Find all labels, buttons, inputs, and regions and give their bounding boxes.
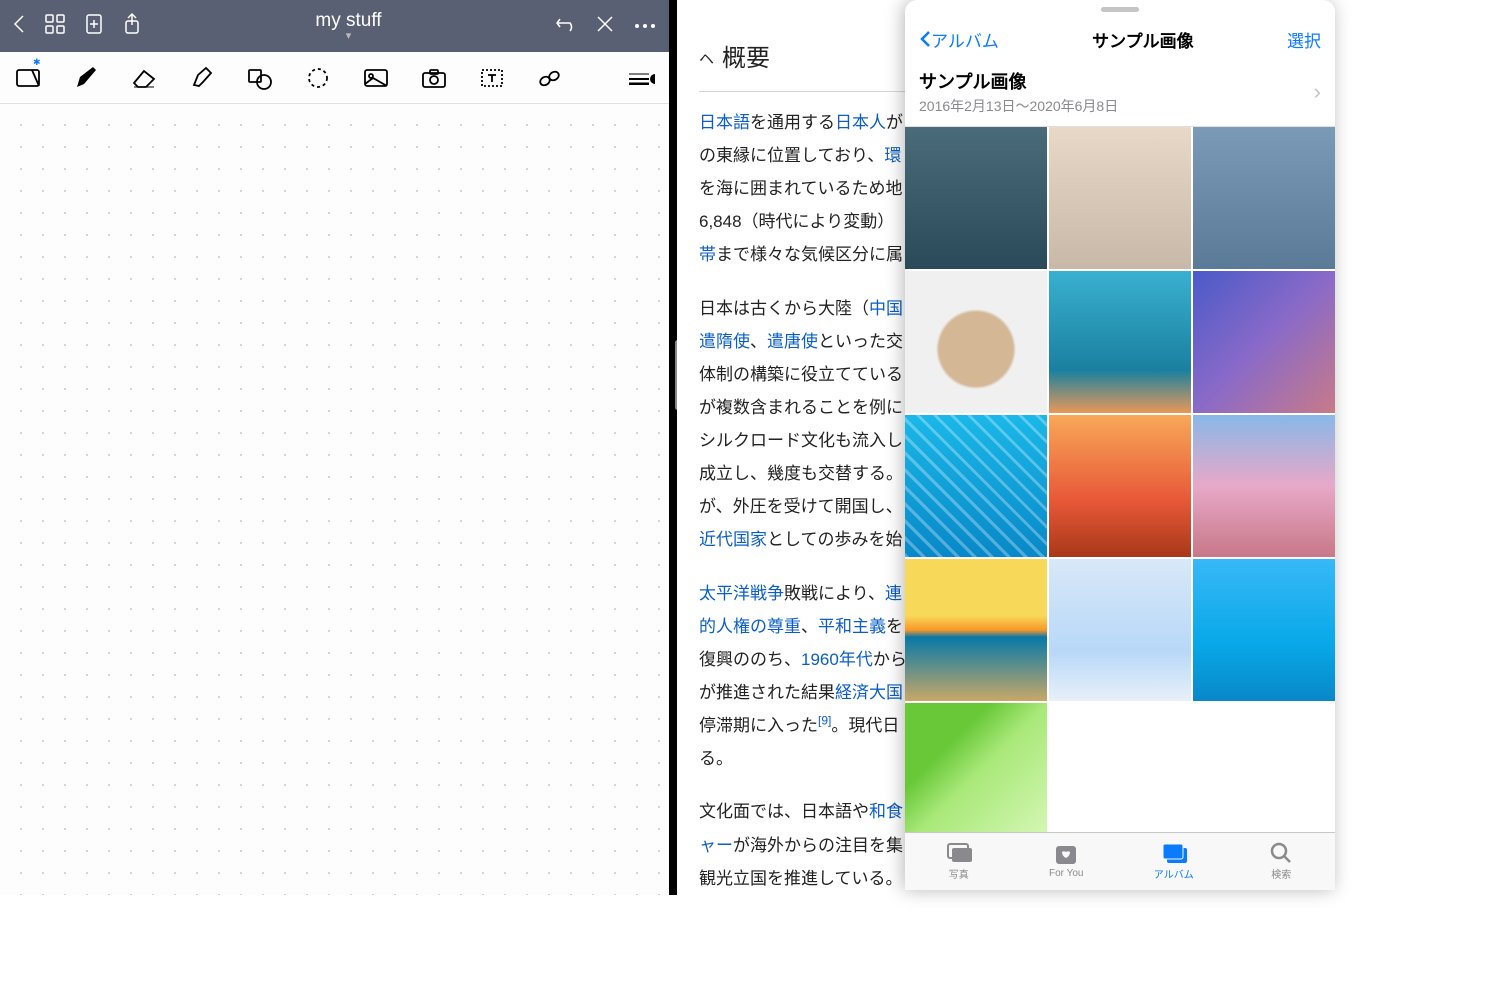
wiki-link[interactable]: 近代国家 [699,530,767,549]
wiki-link[interactable]: 連 [885,584,902,603]
eraser-tool-icon[interactable] [130,64,158,92]
wiki-link[interactable]: 的人権の尊重 [699,617,801,636]
album-title: サンプル画像 [919,68,1118,94]
photo-thumbnail[interactable] [905,271,1047,413]
split-divider[interactable] [669,0,677,895]
drawing-canvas[interactable] [0,104,669,895]
grid-icon[interactable] [44,13,66,40]
toolbar [0,52,669,104]
wiki-link[interactable]: 日本語 [699,113,750,132]
album-header[interactable]: サンプル画像 2016年2月13日～2020年6月8日 › [905,60,1335,127]
photo-thumbnail[interactable] [1049,271,1191,413]
photo-thumbnail[interactable] [1193,127,1335,269]
undo-icon[interactable] [555,15,577,38]
search-tab-icon [1268,842,1294,864]
photos-tabbar: 写真 For You アルバム 検索 [905,832,1335,890]
titlebar: my stuff ▾ [0,0,669,52]
select-button[interactable]: 選択 [1287,27,1321,52]
photos-panel: アルバム サンプル画像 選択 サンプル画像 2016年2月13日～2020年6月… [905,0,1335,890]
nav-title: サンプル画像 [1092,27,1194,52]
wiki-link[interactable]: 遣唐使 [767,332,818,351]
close-pen-icon[interactable] [595,14,615,39]
stroke-style-icon[interactable] [627,64,655,92]
more-icon[interactable] [633,17,657,35]
tab-photos[interactable]: 写真 [905,833,1013,890]
notes-app: my stuff ▾ ✱ [0,0,669,895]
camera-tool-icon[interactable] [420,64,448,92]
photo-thumbnail[interactable] [905,559,1047,701]
photo-thumbnail[interactable] [1193,271,1335,413]
foryou-tab-icon [1053,844,1079,866]
album-date: 2016年2月13日～2020年6月8日 [919,96,1118,116]
panel-handle[interactable] [905,0,1335,18]
wiki-link[interactable]: 帯 [699,245,716,264]
photos-tab-icon [946,842,972,864]
pen-tool-icon[interactable] [72,64,100,92]
photo-thumbnail[interactable] [905,127,1047,269]
citation-link[interactable]: [9] [818,714,831,728]
photo-thumbnail[interactable] [1193,415,1335,557]
photo-thumbnail[interactable] [1049,415,1191,557]
back-icon[interactable] [12,14,26,39]
tab-foryou[interactable]: For You [1013,833,1121,890]
photo-thumbnail[interactable] [905,703,1047,832]
browser-app: ヘ概要 日本語を通用する日本人が の東縁に位置しており、環 を海に囲まれているた… [677,0,1335,895]
photo-thumbnail[interactable] [1049,559,1191,701]
wiki-link[interactable]: 日本人 [835,113,886,132]
wiki-link[interactable]: 1960年代 [801,650,873,669]
tab-albums[interactable]: アルバム [1120,833,1228,890]
back-button[interactable]: アルバム [919,27,999,52]
wiki-link[interactable]: ャー [699,836,733,855]
wiki-link[interactable]: 和食 [869,802,903,821]
wiki-link[interactable]: 環 [884,146,901,165]
wiki-link[interactable]: 中国 [869,299,903,318]
document-title[interactable]: my stuff ▾ [142,10,555,42]
wiki-link[interactable]: 経済大国 [835,683,903,702]
photo-thumbnail[interactable] [1049,127,1191,269]
photos-nav: アルバム サンプル画像 選択 [905,18,1335,60]
bluetooth-icon: ✱ [33,57,63,68]
shapes-tool-icon[interactable] [246,64,274,92]
tab-search[interactable]: 検索 [1228,833,1336,890]
link-tool-icon[interactable] [536,64,564,92]
photo-thumbnail[interactable] [905,415,1047,557]
wiki-link[interactable]: 太平洋戦争 [699,584,784,603]
wiki-link[interactable]: 平和主義 [818,617,886,636]
photo-thumbnail[interactable] [1193,559,1335,701]
albums-tab-icon [1161,842,1187,864]
text-tool-icon[interactable] [478,64,506,92]
image-tool-icon[interactable] [362,64,390,92]
share-icon[interactable] [122,12,142,41]
photo-grid [905,127,1335,832]
wiki-link[interactable]: 遣隋使 [699,332,750,351]
lasso-tool-icon[interactable] [304,64,332,92]
add-page-icon[interactable] [84,13,104,40]
chevron-right-icon: › [1314,79,1321,105]
highlighter-tool-icon[interactable] [188,64,216,92]
